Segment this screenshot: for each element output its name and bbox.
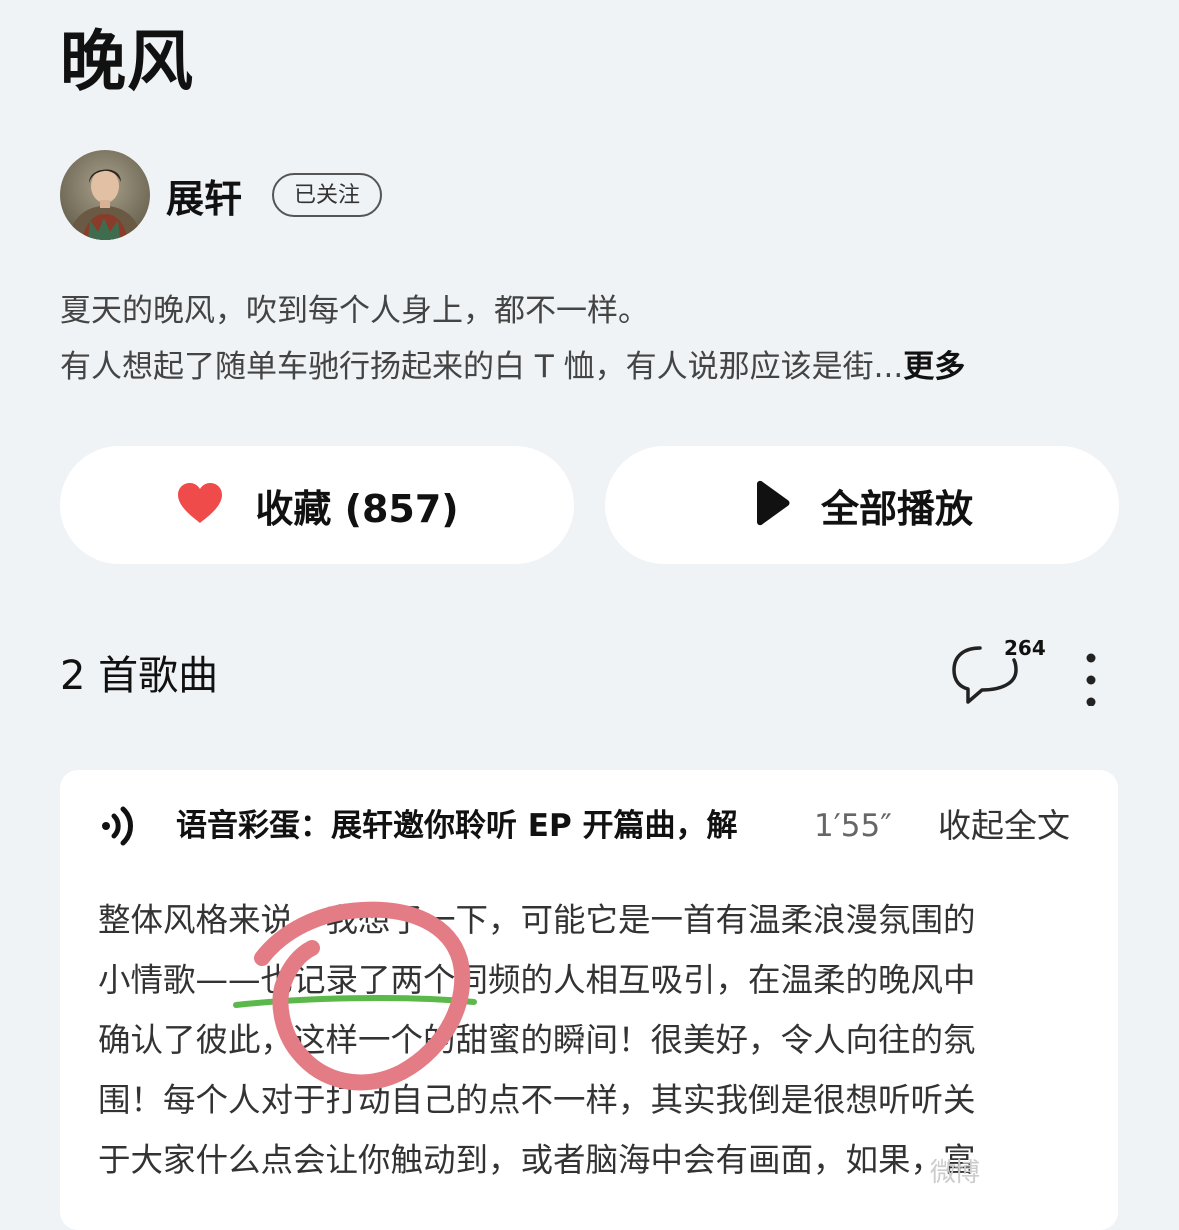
comment-button[interactable]: 264 [950, 636, 1050, 712]
transcript-line: 围！每个人对于打动自己的点不一样，其实我倒是很想听听关 [98, 1081, 976, 1119]
playlist-description: 夏天的晚风，吹到每个人身上，都不一样。 有人想起了随单车驰行扬起来的白 T 恤，… [60, 283, 1130, 395]
play-icon [751, 480, 791, 530]
transcript-line: 整体风格来说，我想了一下，可能它是一首有温柔浪漫氛围的 [98, 901, 976, 939]
voice-note-header[interactable]: 语音彩蛋：展轩邀你聆听 EP 开篇曲，解 1′55″ 收起全文 [98, 800, 1088, 850]
follow-status-button[interactable]: 已关注 [272, 173, 383, 217]
description-line: 有人想起了随单车驰行扬起来的白 T 恤，有人说那应该是街...更多 [60, 339, 1130, 395]
songs-header: 2 首歌曲 264 [60, 636, 1120, 712]
play-all-button[interactable]: 全部播放 [605, 446, 1119, 564]
voice-note-transcript: 整体风格来说，我想了一下，可能它是一首有温柔浪漫氛围的 小情歌——也记录了两个同… [98, 890, 1088, 1190]
artist-avatar[interactable] [60, 150, 150, 240]
voice-note-title: 语音彩蛋：展轩邀你聆听 EP 开篇曲，解 [176, 808, 738, 844]
transcript-line: 确认了彼此，这样一个的甜蜜的瞬间！很美好，令人向往的氛 [98, 1021, 976, 1059]
play-all-label: 全部播放 [820, 486, 973, 531]
transcript-line: 小情歌——也记录了两个同频的人相互吸引，在温柔的晚风中 [98, 961, 976, 999]
comment-count: 264 [1004, 636, 1046, 660]
voice-note-duration: 1′55″ [814, 808, 892, 844]
audio-wave-icon [98, 806, 142, 850]
watermark: 微博 [930, 1158, 980, 1188]
description-text: 有人想起了随单车驰行扬起来的白 T 恤，有人说那应该是街... [60, 349, 904, 385]
songs-count: 2 首歌曲 [60, 653, 219, 699]
favorite-label: 收藏 (857) [255, 486, 459, 531]
more-link[interactable]: 更多 [903, 349, 965, 385]
heart-icon [175, 481, 225, 529]
favorite-button[interactable]: 收藏 (857) [60, 446, 574, 564]
artist-name[interactable]: 展轩 [166, 168, 242, 223]
more-vertical-icon[interactable] [1076, 646, 1106, 707]
artist-row: 展轩 已关注 [60, 150, 383, 240]
collapse-text-button[interactable]: 收起全文 [938, 804, 1070, 848]
description-line: 夏天的晚风，吹到每个人身上，都不一样。 [60, 293, 649, 329]
playlist-title: 晚风 [60, 23, 194, 100]
